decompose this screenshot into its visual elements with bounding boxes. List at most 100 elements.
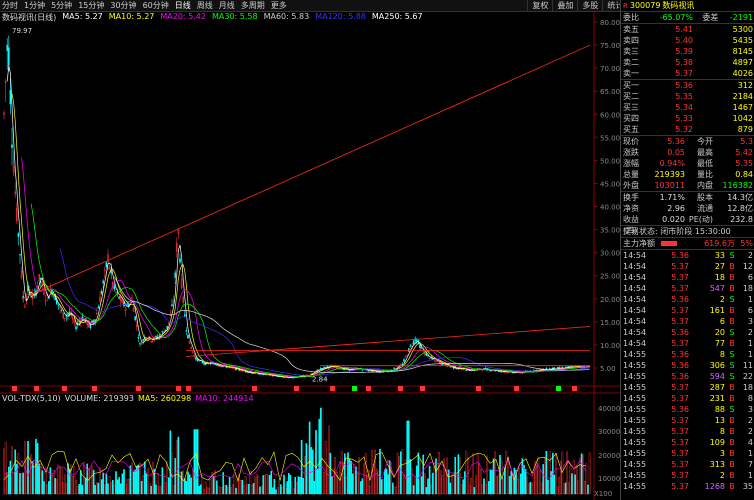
volume-bar <box>451 474 453 495</box>
volume-bar <box>7 466 10 495</box>
book-volume: 2184 <box>732 92 753 101</box>
event-marker <box>294 386 299 391</box>
volume-bar <box>504 467 506 495</box>
tick-price: 5.37 <box>671 427 689 436</box>
volume-bar <box>321 407 324 495</box>
tick-side: B <box>729 394 735 403</box>
book-row[interactable]: 卖二 5.38 4897 <box>621 57 754 68</box>
volume-bar <box>417 452 420 495</box>
volume-bar <box>556 486 559 495</box>
book-row[interactable]: 卖四 5.40 5435 <box>621 35 754 46</box>
volume-bar <box>424 473 426 495</box>
tick-time: 14:55 <box>623 394 647 403</box>
volume-bar <box>16 463 18 495</box>
book-row[interactable]: 买五 5.32 879 <box>621 124 754 135</box>
price-tick-label: 60.00 <box>600 111 620 119</box>
volume-bar <box>256 474 258 495</box>
candle-body <box>406 354 409 356</box>
book-price: 5.34 <box>675 103 693 112</box>
volume-bar <box>491 470 493 495</box>
volume-bar <box>35 438 37 495</box>
volume-bar <box>302 477 305 495</box>
tick-volume: 8 <box>719 350 725 359</box>
volume-bar <box>422 454 425 495</box>
event-marker <box>136 386 141 391</box>
price-tick-label: 35.00 <box>600 227 620 235</box>
kline-chart[interactable]: 80.00 75.00 70.00 65.00 60.00 55.00 50.00 45.00… <box>0 0 620 500</box>
book-row[interactable]: 买二 5.35 2184 <box>621 91 754 102</box>
stock-code: 300079 <box>629 1 661 10</box>
book-row[interactable]: 卖一 5.37 4026 <box>621 68 754 79</box>
volume-bar <box>484 484 487 495</box>
info-key: 外盘 <box>623 181 639 190</box>
tick-price: 5.37 <box>671 482 689 491</box>
volume-bar <box>259 486 261 495</box>
book-volume: 8145 <box>732 47 753 56</box>
volume-bar <box>496 476 498 495</box>
tick-count: 1 <box>747 471 753 480</box>
volume-bar <box>9 460 12 495</box>
tick-row: 14:55 5.37 3 B 1 <box>621 448 754 459</box>
candle-body <box>196 358 199 362</box>
candle-body <box>67 313 69 315</box>
tick-volume: 161 <box>709 306 725 315</box>
volume-bar <box>352 473 354 495</box>
candle-body <box>19 254 21 256</box>
candle-body <box>408 348 410 352</box>
tick-time: 14:54 <box>623 273 647 282</box>
volume-bar <box>406 420 409 495</box>
volume-bar <box>545 450 548 495</box>
volume-bar <box>62 482 64 495</box>
price-tick-label: 40.00 <box>600 204 620 212</box>
tick-time: 14:55 <box>623 416 647 425</box>
volume-bar <box>502 478 505 495</box>
volume-bar <box>524 469 527 495</box>
volume-bar <box>119 483 122 495</box>
info-value: 103011 <box>654 181 685 190</box>
tick-price: 5.37 <box>671 438 689 447</box>
volume-bar <box>432 472 434 495</box>
volume-bar <box>56 479 58 495</box>
book-row[interactable]: 买三 5.34 1467 <box>621 102 754 113</box>
volume-bar <box>12 472 15 495</box>
volume-bar <box>443 458 445 495</box>
candle-body <box>139 343 141 345</box>
tick-side: B <box>729 273 735 282</box>
book-row[interactable]: 买四 5.33 1042 <box>621 113 754 124</box>
candle-body <box>60 309 63 311</box>
vol-tick-label: 20000 <box>598 452 620 460</box>
volume-bar <box>286 481 289 495</box>
volume-bar <box>83 461 85 495</box>
candle-body <box>323 366 325 368</box>
volume-bar <box>444 469 447 495</box>
candle-body <box>81 316 84 321</box>
info-value2: 14.3亿 <box>727 193 753 202</box>
volume-bar <box>364 453 367 495</box>
tick-row: 14:54 5.37 547 B 18 <box>621 283 754 294</box>
volume-bar <box>579 458 581 495</box>
tick-price: 5.36 <box>671 361 689 370</box>
candle-body <box>68 311 71 314</box>
volume-bar <box>262 475 265 495</box>
tick-list[interactable]: 14:54 5.36 33 S 2 14:54 5.37 27 B 12 14:54 5.37 18 B 6… <box>621 250 754 492</box>
tick-row: 14:55 5.37 1268 B 35 <box>621 481 754 492</box>
tick-time: 14:54 <box>623 284 647 293</box>
volume-bar <box>392 482 394 495</box>
book-row[interactable]: 买一 5.36 312 <box>621 80 754 91</box>
volume-bar <box>111 479 114 495</box>
candle-body <box>102 280 104 284</box>
tick-price: 5.37 <box>671 339 689 348</box>
weicha-value: -2191 <box>729 13 753 22</box>
volume-bar <box>513 467 516 495</box>
vol-ma10: MA10: 244914 <box>195 394 254 403</box>
tick-price: 5.37 <box>671 383 689 392</box>
info-row: 现价 5.36 今开 5.3 <box>621 136 754 147</box>
volume-bar <box>167 477 170 495</box>
info-key2: 今开 <box>697 137 713 146</box>
candle-body <box>183 314 186 317</box>
book-row[interactable]: 卖五 5.41 5300 <box>621 24 754 35</box>
volume-bar <box>4 442 7 495</box>
book-row[interactable]: 卖三 5.39 8145 <box>621 46 754 57</box>
tick-side: S <box>729 251 735 260</box>
info-row: 总量 219393 量比 0.84 <box>621 169 754 180</box>
